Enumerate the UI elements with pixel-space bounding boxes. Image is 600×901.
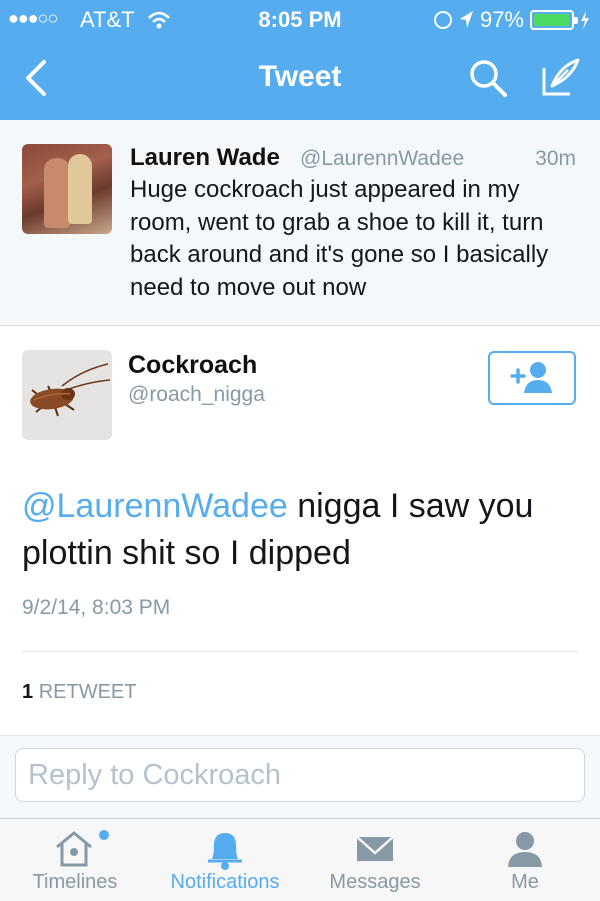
tab-label: Messages	[329, 871, 421, 893]
location-icon	[459, 11, 473, 28]
avatar-figure	[68, 154, 92, 224]
battery-tip	[574, 17, 578, 24]
reply-input[interactable]	[15, 748, 585, 802]
mention-link[interactable]: @LaurennWadee	[22, 487, 288, 525]
page-title: Tweet	[258, 60, 342, 93]
bell-icon	[208, 833, 242, 870]
tweet-date: 9/2/14, 8:03 PM	[22, 596, 171, 619]
tab-me[interactable]: Me	[450, 819, 600, 901]
retweet-label: RETWEET	[38, 681, 137, 703]
home-icon	[56, 830, 109, 867]
header-bar: ●●●○○ AT&T 8:05 PM 97% Tweet	[0, 0, 600, 120]
author-handle[interactable]: @LaurennWadee	[300, 147, 464, 171]
author-handle[interactable]: @roach_nigga	[128, 383, 265, 407]
reply-bar	[0, 735, 600, 819]
battery-icon	[530, 10, 578, 30]
tab-notifications[interactable]: Notifications	[150, 819, 300, 901]
tweet-text: Huge cockroach just appeared in my room,…	[130, 176, 549, 301]
tab-bar: Timelines Notifications Messages Me	[0, 818, 600, 901]
tab-label: Me	[511, 871, 539, 893]
envelope-icon	[356, 836, 394, 861]
tweet-text: @LaurennWadee nigga I saw you plottin sh…	[22, 483, 582, 577]
tab-timelines[interactable]: Timelines	[0, 819, 150, 901]
search-icon[interactable]	[468, 56, 508, 100]
charging-icon	[581, 11, 589, 29]
battery-percent: 97%	[479, 7, 524, 32]
rotation-lock-icon	[433, 11, 452, 29]
avatar[interactable]	[22, 350, 112, 440]
author-name[interactable]: Cockroach	[128, 351, 257, 380]
cockroach-image	[30, 363, 111, 417]
author-name[interactable]: Lauren Wade	[130, 144, 280, 172]
person-icon	[508, 832, 542, 867]
parent-tweet[interactable]: Lauren Wade @LaurennWadee 30m Huge cockr…	[0, 120, 600, 326]
tab-messages[interactable]: Messages	[300, 819, 450, 901]
follow-button[interactable]	[488, 351, 576, 405]
retweet-count[interactable]: 1 RETWEET	[22, 681, 136, 704]
tweet-timestamp: 30m	[535, 147, 576, 170]
status-right: 97%	[433, 7, 590, 33]
battery-fill	[534, 14, 569, 26]
tab-label: Notifications	[170, 871, 280, 893]
tab-label: Timelines	[32, 871, 118, 893]
nav-bar: Tweet	[0, 40, 600, 120]
avatar[interactable]	[22, 144, 112, 234]
divider	[22, 651, 578, 652]
retweet-number: 1	[22, 681, 34, 703]
add-user-icon	[510, 362, 552, 393]
status-bar: ●●●○○ AT&T 8:05 PM 97%	[0, 0, 600, 40]
avatar-figure	[44, 158, 70, 228]
compose-icon[interactable]	[538, 56, 582, 100]
